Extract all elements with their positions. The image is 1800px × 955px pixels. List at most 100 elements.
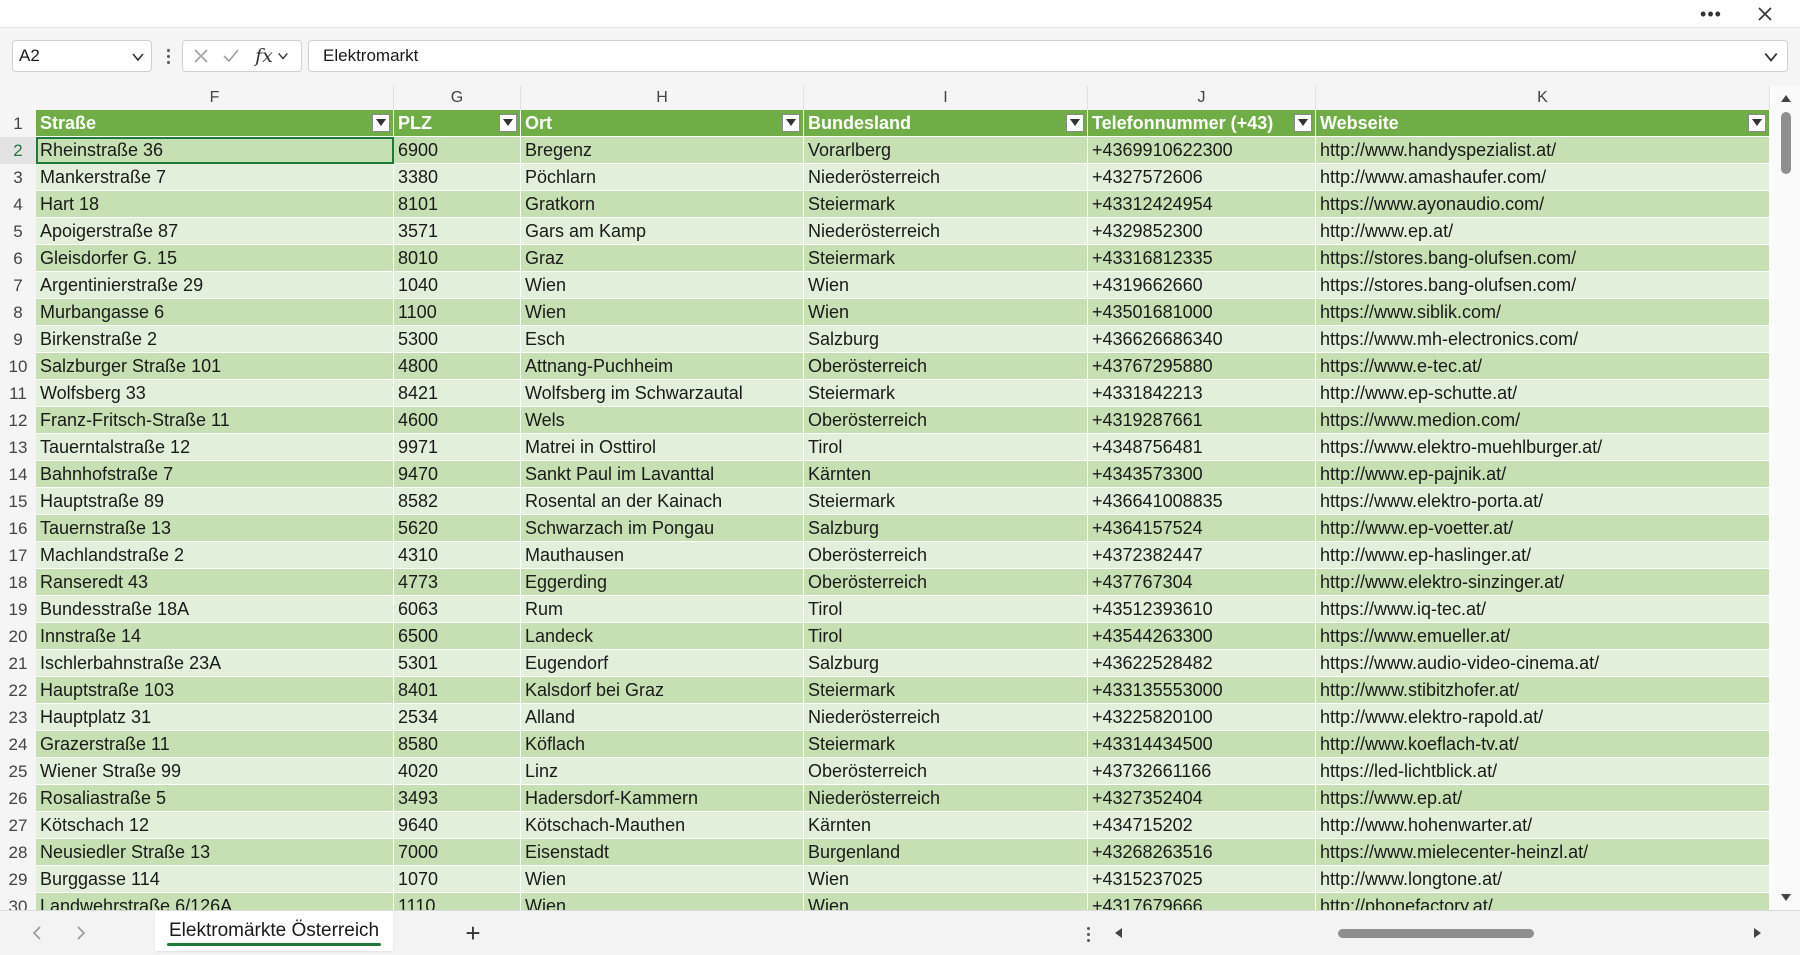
cell-plz[interactable]: 6900 <box>394 137 521 164</box>
cell-plz[interactable]: 7000 <box>394 839 521 866</box>
cell-telefon[interactable]: +4348756481 <box>1088 434 1316 461</box>
cell-bundesland[interactable]: Oberösterreich <box>804 353 1088 380</box>
cell-plz[interactable]: 8010 <box>394 245 521 272</box>
cell-plz[interactable]: 5620 <box>394 515 521 542</box>
row-header[interactable]: 19 <box>0 596 36 623</box>
cell-plz[interactable]: 3380 <box>394 164 521 191</box>
cell-ort[interactable]: Wien <box>521 893 804 910</box>
cell-strasse[interactable]: Rheinstraße 36 <box>36 137 394 164</box>
cell-bundesland[interactable]: Steiermark <box>804 191 1088 218</box>
cell-telefon[interactable]: +4315237025 <box>1088 866 1316 893</box>
cell-ort[interactable]: Eggerding <box>521 569 804 596</box>
cell-bundesland[interactable]: Tirol <box>804 623 1088 650</box>
cell-strasse[interactable]: Wiener Straße 99 <box>36 758 394 785</box>
row-header[interactable]: 1 <box>0 110 36 137</box>
filter-dropdown-icon[interactable] <box>1294 114 1312 132</box>
cell-plz[interactable]: 8580 <box>394 731 521 758</box>
check-icon[interactable] <box>219 41 243 71</box>
row-header[interactable]: 13 <box>0 434 36 461</box>
cell-strasse[interactable]: Hart 18 <box>36 191 394 218</box>
cell-telefon[interactable]: +436641008835 <box>1088 488 1316 515</box>
cell-ort[interactable]: Bregenz <box>521 137 804 164</box>
horizontal-scroll-thumb[interactable] <box>1338 929 1534 938</box>
cell-plz[interactable]: 3493 <box>394 785 521 812</box>
cancel-icon[interactable] <box>189 41 213 71</box>
cell-plz[interactable]: 4600 <box>394 407 521 434</box>
row-header[interactable]: 8 <box>0 299 36 326</box>
column-title-webseite[interactable]: Webseite <box>1316 110 1770 137</box>
cell-telefon[interactable]: +43767295880 <box>1088 353 1316 380</box>
row-header[interactable]: 29 <box>0 866 36 893</box>
cell-telefon[interactable]: +434715202 <box>1088 812 1316 839</box>
cell-plz[interactable]: 5300 <box>394 326 521 353</box>
cell-webseite[interactable]: https://www.medion.com/ <box>1316 407 1770 434</box>
cell-strasse[interactable]: Birkenstraße 2 <box>36 326 394 353</box>
cell-webseite[interactable]: https://www.ayonaudio.com/ <box>1316 191 1770 218</box>
column-header-h[interactable]: H <box>521 86 804 110</box>
cell-webseite[interactable]: https://www.mh-electronics.com/ <box>1316 326 1770 353</box>
cell-bundesland[interactable]: Oberösterreich <box>804 542 1088 569</box>
cell-telefon[interactable]: +43314434500 <box>1088 731 1316 758</box>
row-header[interactable]: 28 <box>0 839 36 866</box>
cell-telefon[interactable]: +43732661166 <box>1088 758 1316 785</box>
cell-webseite[interactable]: https://www.elektro-porta.at/ <box>1316 488 1770 515</box>
row-header[interactable]: 26 <box>0 785 36 812</box>
cell-telefon[interactable]: +4369910622300 <box>1088 137 1316 164</box>
cell-webseite[interactable]: https://www.mielecenter-heinzl.at/ <box>1316 839 1770 866</box>
cell-webseite[interactable]: http://www.longtone.at/ <box>1316 866 1770 893</box>
row-header[interactable]: 23 <box>0 704 36 731</box>
row-header[interactable]: 25 <box>0 758 36 785</box>
cell-bundesland[interactable]: Tirol <box>804 596 1088 623</box>
cell-telefon[interactable]: +437767304 <box>1088 569 1316 596</box>
cell-telefon[interactable]: +4319662660 <box>1088 272 1316 299</box>
cell-plz[interactable]: 5301 <box>394 650 521 677</box>
cell-strasse[interactable]: Kötschach 12 <box>36 812 394 839</box>
cell-webseite[interactable]: http://www.amashaufer.com/ <box>1316 164 1770 191</box>
cell-bundesland[interactable]: Wien <box>804 299 1088 326</box>
cell-strasse[interactable]: Wolfsberg 33 <box>36 380 394 407</box>
cell-strasse[interactable]: Neusiedler Straße 13 <box>36 839 394 866</box>
row-header[interactable]: 7 <box>0 272 36 299</box>
filter-dropdown-icon[interactable] <box>1066 114 1084 132</box>
cell-bundesland[interactable]: Steiermark <box>804 245 1088 272</box>
cell-webseite[interactable]: https://www.elektro-muehlburger.at/ <box>1316 434 1770 461</box>
cell-plz[interactable]: 4800 <box>394 353 521 380</box>
formula-bar-more-icon[interactable] <box>162 40 174 72</box>
close-icon[interactable] <box>1745 0 1785 28</box>
next-sheet-icon[interactable] <box>66 911 96 955</box>
cell-ort[interactable]: Rosental an der Kainach <box>521 488 804 515</box>
scroll-right-icon[interactable] <box>1748 925 1768 941</box>
cell-bundesland[interactable]: Burgenland <box>804 839 1088 866</box>
cell-webseite[interactable]: http://phonefactory.at/ <box>1316 893 1770 910</box>
cell-bundesland[interactable]: Tirol <box>804 434 1088 461</box>
cell-webseite[interactable]: https://led-lichtblick.at/ <box>1316 758 1770 785</box>
cell-plz[interactable]: 8101 <box>394 191 521 218</box>
cell-webseite[interactable]: http://www.stibitzhofer.at/ <box>1316 677 1770 704</box>
insert-function-button[interactable]: fx <box>247 41 297 71</box>
cell-telefon[interactable]: +4364157524 <box>1088 515 1316 542</box>
cell-ort[interactable]: Gars am Kamp <box>521 218 804 245</box>
cell-telefon[interactable]: +4319287661 <box>1088 407 1316 434</box>
cell-ort[interactable]: Esch <box>521 326 804 353</box>
cell-strasse[interactable]: Apoigerstraße 87 <box>36 218 394 245</box>
cell-bundesland[interactable]: Niederösterreich <box>804 218 1088 245</box>
cell-bundesland[interactable]: Steiermark <box>804 731 1088 758</box>
cell-telefon[interactable]: +4343573300 <box>1088 461 1316 488</box>
row-header[interactable]: 15 <box>0 488 36 515</box>
cell-ort[interactable]: Köflach <box>521 731 804 758</box>
cell-webseite[interactable]: https://stores.bang-olufsen.com/ <box>1316 272 1770 299</box>
scroll-down-icon[interactable] <box>1772 890 1800 906</box>
row-header[interactable]: 2 <box>0 137 36 164</box>
cell-telefon[interactable]: +4317679666 <box>1088 893 1316 910</box>
cell-ort[interactable]: Pöchlarn <box>521 164 804 191</box>
cell-telefon[interactable]: +4331842213 <box>1088 380 1316 407</box>
cell-ort[interactable]: Wels <box>521 407 804 434</box>
cell-strasse[interactable]: Ischlerbahnstraße 23A <box>36 650 394 677</box>
cell-telefon[interactable]: +4327352404 <box>1088 785 1316 812</box>
row-header[interactable]: 11 <box>0 380 36 407</box>
cell-telefon[interactable]: +43501681000 <box>1088 299 1316 326</box>
cell-webseite[interactable]: https://www.e-tec.at/ <box>1316 353 1770 380</box>
cell-telefon[interactable]: +4372382447 <box>1088 542 1316 569</box>
cell-bundesland[interactable]: Steiermark <box>804 488 1088 515</box>
cell-strasse[interactable]: Bundesstraße 18A <box>36 596 394 623</box>
